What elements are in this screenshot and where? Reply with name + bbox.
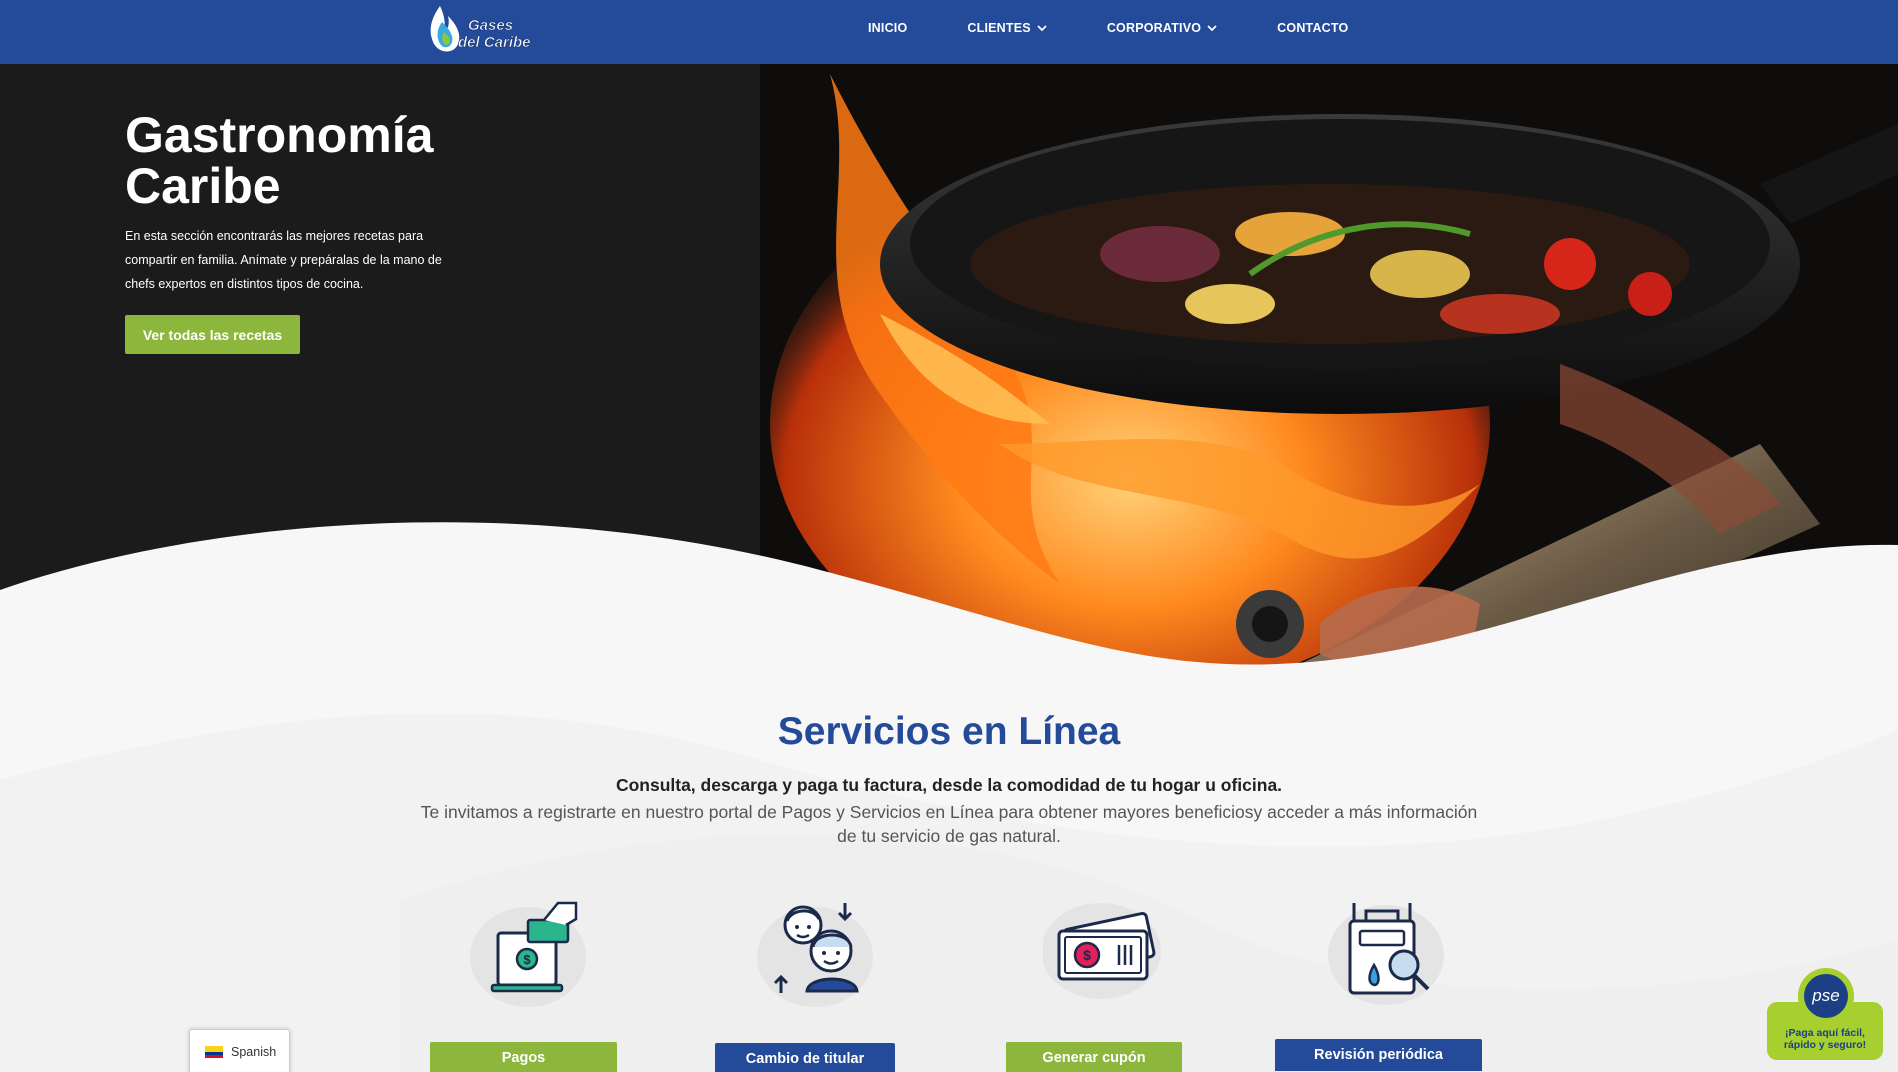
logo-line2: del Caribe [458, 34, 531, 51]
pse-logo: pse [1804, 974, 1848, 1018]
language-label: Spanish [231, 1045, 277, 1059]
pse-logo-circle: pse [1798, 968, 1854, 1024]
meter-inspection-icon [1328, 895, 1448, 1015]
language-switcher[interactable]: Spanish [189, 1029, 290, 1072]
svg-text:$: $ [1083, 947, 1091, 963]
page: Gases del Caribe INICIO CLIENTES CORPORA… [0, 0, 1898, 1072]
services-description: Te invitamos a registrarte en nuestro po… [420, 802, 1478, 846]
hero-title: Gastronomía Caribe [125, 107, 434, 214]
services-title: Servicios en Línea [777, 710, 1121, 753]
cambio-titular-button[interactable]: Cambio de titular [715, 1043, 895, 1072]
main-nav: INICIO CLIENTES CORPORATIVO CONTACTO [868, 0, 1408, 56]
service-card-cambio-titular: Cambio de titular [715, 895, 917, 1072]
view-recipes-button[interactable]: Ver todas las recetas [125, 315, 300, 354]
hero-description: En esta sección encontrarás las mejores … [125, 229, 442, 291]
colombia-flag-icon [205, 1046, 223, 1058]
service-card-pagos: $ Pagos [430, 895, 630, 1072]
pse-payment-widget[interactable]: pse ¡Paga aquí fácil, rápido y seguro! [1767, 968, 1883, 1060]
nav-item-corporativo[interactable]: CORPORATIVO [1107, 21, 1217, 35]
nav-label: CONTACTO [1277, 21, 1349, 35]
top-navbar: Gases del Caribe INICIO CLIENTES CORPORA… [0, 0, 1898, 64]
nav-item-clientes[interactable]: CLIENTES [967, 21, 1047, 35]
nav-label: INICIO [868, 21, 908, 35]
nav-item-inicio[interactable]: INICIO [868, 21, 907, 35]
change-owner-icon [757, 895, 877, 1015]
pagos-button[interactable]: Pagos [430, 1042, 617, 1072]
pse-tagline: ¡Paga aquí fácil, rápido y seguro! [1767, 1027, 1883, 1051]
pse-tagline-line1: ¡Paga aquí fácil, [1785, 1027, 1865, 1039]
pse-tagline-line2: rápido y seguro! [1783, 1039, 1867, 1051]
payment-laptop-icon: $ [470, 895, 590, 1015]
nav-label: CLIENTES [967, 21, 1031, 35]
nav-label: CORPORATIVO [1106, 21, 1202, 35]
gases-del-caribe-logo[interactable]: Gases del Caribe [426, 2, 546, 58]
revision-periodica-button[interactable]: Revisión periódica [1275, 1039, 1482, 1071]
svg-text:$: $ [523, 952, 531, 967]
services-subtitle: Consulta, descarga y paga tu factura, de… [615, 775, 1283, 795]
chevron-down-icon [1207, 24, 1217, 31]
coupon-bill-icon: $ [1041, 895, 1163, 1015]
service-card-revision-periodica: Revisión periódica [1275, 895, 1488, 1072]
nav-item-contacto[interactable]: CONTACTO [1277, 21, 1348, 35]
logo-line1: Gases [468, 17, 513, 34]
generar-cupon-button[interactable]: Generar cupón [1006, 1042, 1182, 1072]
chevron-down-icon [1037, 24, 1047, 31]
service-card-generar-cupon: $ Generar cupón [1003, 895, 1203, 1072]
